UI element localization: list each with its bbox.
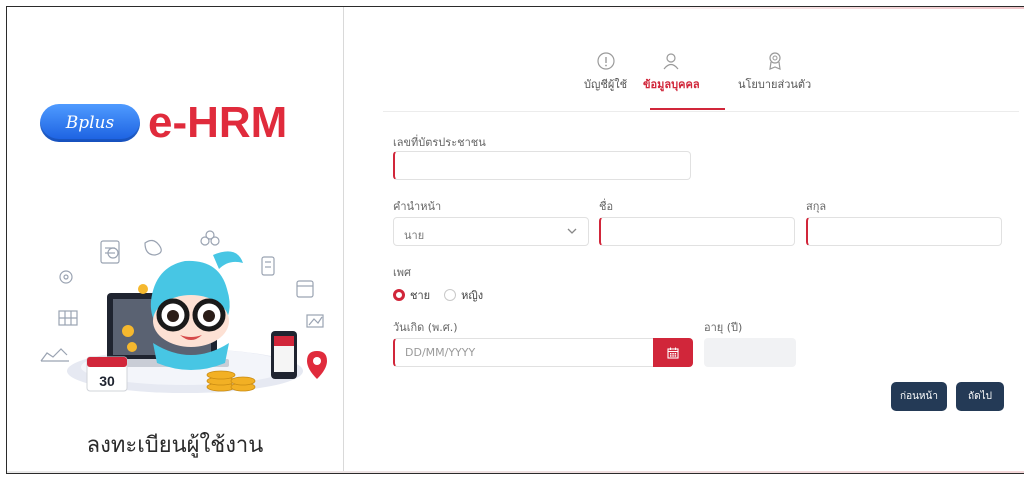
register-title: ลงทะเบียนผู้ใช้งาน [86,433,264,458]
birth-date-input[interactable] [395,339,653,366]
prefix-label: คำนำหน้า [393,200,442,213]
info-icon [596,52,615,70]
last-name-field[interactable] [806,217,1002,246]
bplus-pill-logo: Bplus [40,104,140,142]
product-name: e-HRM [148,98,288,147]
gender-male-radio[interactable]: ชาย [393,286,430,304]
prefix-selected-value: นาย [404,229,425,242]
brand-logo: Bplus e-HRM [40,98,287,148]
calendar-picker-button[interactable] [653,338,693,367]
step-account[interactable]: บัญชีผู้ใช้ [584,51,627,93]
prefix-select[interactable]: นาย [393,217,589,246]
last-name-input[interactable] [808,218,1001,245]
left-panel: Bplus e-HRM 30 ลงทะเบียนผู้ใช้งาน [7,7,344,473]
gender-label: เพศ [393,266,411,279]
age-label: อายุ (ปี) [704,321,743,334]
registration-window: Bplus e-HRM 30 ลงทะเบียนผู้ใช้งาน บัญชีผ… [6,6,1024,474]
back-button[interactable]: ก่อนหน้า [891,382,947,411]
next-button[interactable]: ถัดไป [956,382,1004,411]
step-personal-info-label: ข้อมูลบุคคล [643,78,700,91]
age-field [704,338,796,367]
user-icon [663,53,679,70]
radio-selected-indicator [393,289,405,301]
first-name-label: ชื่อ [599,200,614,213]
step-privacy-policy-label: นโยบายส่วนตัว [738,78,812,91]
last-name-label: สกุล [806,200,827,213]
birth-date-label: วันเกิด (พ.ศ.) [393,321,458,334]
calendar-number: 30 [99,373,115,389]
mascot-illustration: 30 [40,230,327,393]
first-name-field[interactable] [599,217,795,246]
bottom-accent-line [7,471,1024,473]
gender-radio-group: ชาย หญิง [393,286,497,304]
header-divider [383,111,1019,112]
step-personal-info[interactable]: ข้อมูลบุคคล [643,51,700,93]
top-accent-line [564,7,1024,9]
id-card-label: เลขที่บัตรประชาชน [393,136,486,149]
radio-unselected-indicator [444,289,457,301]
birth-date-field[interactable] [393,338,654,367]
gender-male-label: ชาย [410,289,431,302]
id-card-field[interactable] [393,151,691,180]
gender-female-label: หญิง [461,289,484,302]
active-step-underline [650,108,725,110]
bplus-pill-text: Bplus [65,113,115,133]
step-privacy-policy[interactable]: นโยบายส่วนตัว [738,51,811,93]
gender-female-radio[interactable]: หญิง [444,286,483,304]
step-account-label: บัญชีผู้ใช้ [584,78,628,91]
award-icon [768,52,781,70]
calendar-icon [667,347,679,359]
id-card-input[interactable] [395,152,690,179]
first-name-input[interactable] [601,218,794,245]
chevron-down-icon [567,228,577,234]
